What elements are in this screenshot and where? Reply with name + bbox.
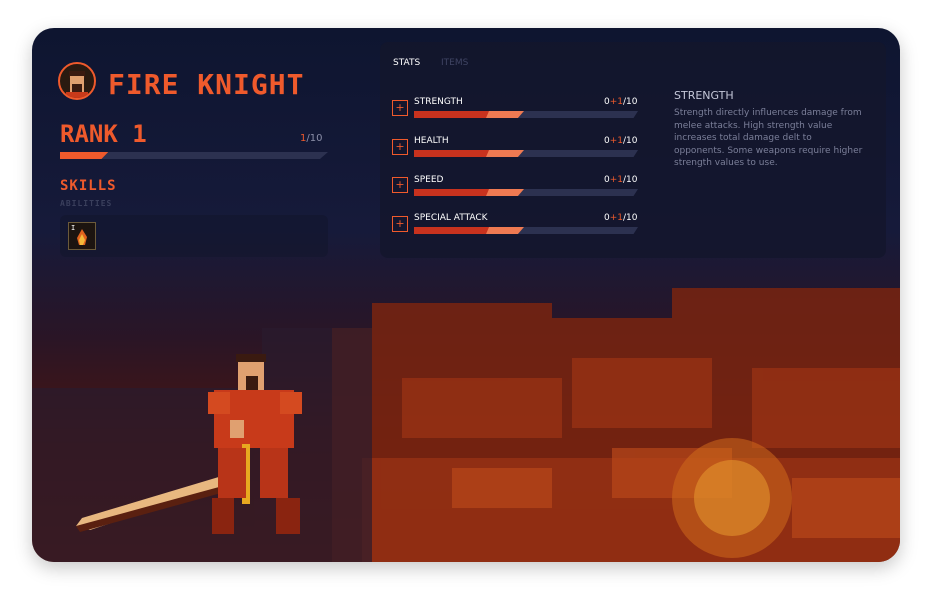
stat-bar-fill <box>414 111 494 118</box>
skills-heading: SKILLS <box>60 178 117 194</box>
rank-count: 1/10 <box>300 133 322 144</box>
rank-progress-bar <box>60 152 328 159</box>
stat-bar-bonus <box>486 150 524 157</box>
character-portrait <box>58 62 96 100</box>
stat-bar-speed <box>414 189 638 196</box>
stat-value-health: 0+1/10 <box>604 136 638 146</box>
stat-bar-fill <box>414 150 494 157</box>
rank-progress-fill <box>60 152 109 159</box>
tab-stats[interactable]: STATS <box>393 58 420 68</box>
stat-bonus: +1 <box>609 136 624 146</box>
stat-bonus: +1 <box>609 97 624 107</box>
stat-max: /10 <box>623 175 638 185</box>
rank-max: /10 <box>306 133 323 144</box>
stat-max: /10 <box>623 213 638 223</box>
stat-max: /10 <box>623 97 638 107</box>
abilities-row <box>60 215 328 257</box>
stat-name-speed: SPEED <box>414 175 444 185</box>
abilities-subheading: ABILITIES <box>60 199 113 208</box>
increase-speed-button[interactable]: + <box>392 177 408 193</box>
increase-special-attack-button[interactable]: + <box>392 216 408 232</box>
stat-value-strength: 0+1/10 <box>604 97 638 107</box>
ability-slot[interactable]: I <box>68 222 96 250</box>
stat-bar-strength <box>414 111 638 118</box>
stat-description-title: STRENGTH <box>674 89 734 102</box>
knight-face-icon <box>66 71 88 98</box>
stat-description-body: Strength directly influences damage from… <box>674 108 863 168</box>
stat-bar-bonus <box>486 111 524 118</box>
rank-label: RANK 1 <box>60 120 147 148</box>
stat-max: /10 <box>623 136 638 146</box>
tab-items[interactable]: ITEMS <box>441 58 468 68</box>
explosion-glow <box>672 438 792 558</box>
stat-name-special-attack: SPECIAL ATTACK <box>414 213 488 223</box>
stat-bar-health <box>414 150 638 157</box>
stat-name-health: HEALTH <box>414 136 449 146</box>
character-name: FIRE KNIGHT <box>108 68 305 101</box>
stat-bonus: +1 <box>609 213 624 223</box>
stat-bar-bonus <box>486 227 524 234</box>
stat-bar-fill <box>414 227 494 234</box>
stat-value-speed: 0+1/10 <box>604 175 638 185</box>
stat-name-strength: STRENGTH <box>414 97 463 107</box>
stat-value-special-attack: 0+1/10 <box>604 213 638 223</box>
stat-bonus: +1 <box>609 175 624 185</box>
ability-key: I <box>71 224 76 232</box>
stat-bar-special-attack <box>414 227 638 234</box>
increase-strength-button[interactable]: + <box>392 100 408 116</box>
stat-bar-fill <box>414 189 494 196</box>
game-window: FIRE KNIGHT RANK 1 1/10 SKILLS ABILITIES… <box>32 28 900 562</box>
increase-health-button[interactable]: + <box>392 139 408 155</box>
stat-bar-bonus <box>486 189 524 196</box>
